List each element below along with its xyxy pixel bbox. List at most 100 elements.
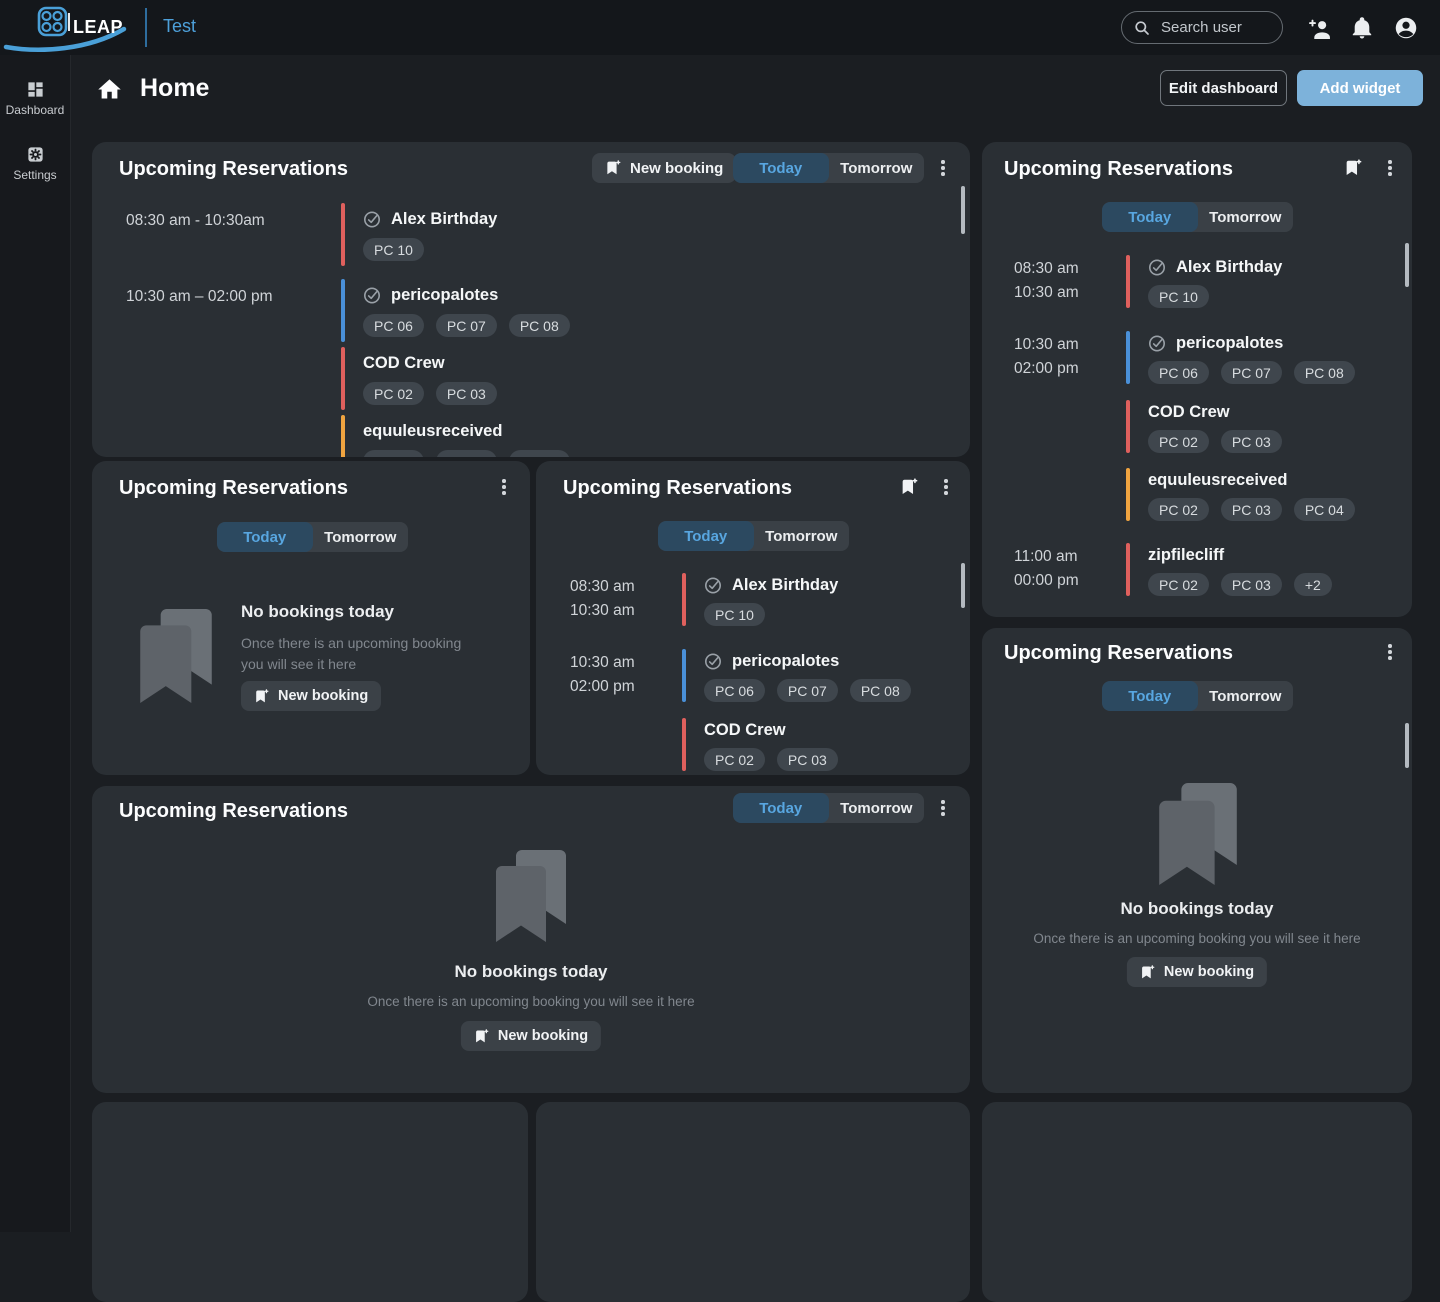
new-booking-button[interactable]: New booking bbox=[461, 1021, 601, 1051]
pc-chip: PC 03 bbox=[436, 382, 497, 405]
reservation-time bbox=[126, 415, 341, 457]
pc-chip: PC 06 bbox=[363, 314, 424, 337]
reservation-row[interactable]: 10:30 am – 02:00 pm pericopalotes PC 06 … bbox=[126, 279, 570, 342]
bookmark-plus-icon bbox=[474, 1029, 489, 1044]
toggle-today[interactable]: Today bbox=[1102, 202, 1198, 232]
widget-title: Upcoming Reservations bbox=[119, 158, 348, 181]
dashboard-icon bbox=[26, 80, 45, 99]
widget-menu-button[interactable] bbox=[1380, 640, 1400, 664]
sidebar-item-dashboard[interactable]: Dashboard bbox=[0, 80, 70, 117]
reservation-time: 10:30 am 02:00 pm bbox=[570, 649, 682, 702]
notifications-button[interactable] bbox=[1350, 16, 1374, 40]
search-user-box[interactable] bbox=[1121, 11, 1283, 44]
reservation-name-line: pericopalotes bbox=[704, 649, 911, 671]
reservation-name-line: Alex Birthday bbox=[704, 573, 838, 595]
add-user-button[interactable] bbox=[1307, 16, 1331, 40]
reservation-row[interactable]: 08:30 am 10:30 am Alex Birthday PC 10 bbox=[1014, 255, 1282, 308]
bookmark-plus-icon bbox=[605, 160, 621, 176]
widget-upcoming-reservations-right: Upcoming Reservations Today Tomorrow 08:… bbox=[982, 142, 1412, 617]
day-toggle: Today Tomorrow bbox=[733, 793, 924, 823]
reservation-name: COD Crew bbox=[363, 354, 445, 373]
account-button[interactable] bbox=[1394, 16, 1418, 40]
widget-menu-button[interactable] bbox=[1380, 156, 1400, 180]
pc-chip: PC 03 bbox=[436, 450, 497, 457]
toggle-tomorrow[interactable]: Tomorrow bbox=[754, 521, 850, 551]
brand-divider bbox=[145, 8, 147, 47]
reservation-name: COD Crew bbox=[704, 721, 786, 740]
toggle-tomorrow[interactable]: Tomorrow bbox=[829, 153, 925, 183]
widget-partial-3 bbox=[982, 1102, 1412, 1302]
widget-title: Upcoming Reservations bbox=[119, 800, 348, 823]
new-booking-label: New booking bbox=[630, 160, 723, 177]
widget-scrollbar[interactable] bbox=[1405, 723, 1409, 768]
widget-scrollbar[interactable] bbox=[961, 563, 965, 608]
widget-upcoming-reservations-empty-3: Upcoming Reservations Today Tomorrow No … bbox=[92, 786, 970, 1093]
toggle-today[interactable]: Today bbox=[733, 153, 829, 183]
pc-chip: PC 03 bbox=[1221, 498, 1282, 521]
widget-upcoming-reservations-empty-2: Upcoming Reservations Today Tomorrow No … bbox=[982, 628, 1412, 1093]
new-booking-button[interactable]: New booking bbox=[1127, 957, 1267, 987]
widget-menu-button[interactable] bbox=[933, 156, 953, 180]
reservation-time: 08:30 am 10:30 am bbox=[1014, 255, 1126, 308]
sidebar-item-label: Settings bbox=[13, 168, 56, 182]
settings-icon bbox=[26, 145, 45, 164]
edit-dashboard-button[interactable]: Edit dashboard bbox=[1160, 70, 1287, 106]
search-input[interactable] bbox=[1159, 18, 1273, 37]
add-widget-button[interactable]: Add widget bbox=[1297, 70, 1423, 106]
toggle-tomorrow[interactable]: Tomorrow bbox=[313, 522, 409, 552]
pc-chip: PC 02 bbox=[1148, 573, 1209, 596]
toggle-tomorrow[interactable]: Tomorrow bbox=[1198, 202, 1294, 232]
reservation-row[interactable]: equuleusreceived PC 02 PC 03 PC 04 bbox=[126, 415, 570, 457]
topbar: LEAP Test bbox=[0, 0, 1440, 55]
widget-menu-button[interactable] bbox=[933, 796, 953, 820]
reservation-name-line: equuleusreceived bbox=[1148, 468, 1355, 490]
reservation-name: COD Crew bbox=[1148, 403, 1230, 422]
new-booking-button[interactable]: New booking bbox=[592, 153, 736, 183]
widget-upcoming-reservations-main: Upcoming Reservations New booking Today … bbox=[92, 142, 970, 457]
reservation-name-line: COD Crew bbox=[1148, 400, 1282, 422]
widget-menu-button[interactable] bbox=[936, 475, 956, 499]
widget-scrollbar[interactable] bbox=[961, 186, 965, 234]
new-booking-button[interactable]: New booking bbox=[241, 681, 381, 711]
bookmarks-empty-icon bbox=[496, 850, 566, 942]
reservation-name-line: equuleusreceived bbox=[363, 415, 570, 441]
pc-chip: PC 08 bbox=[509, 314, 570, 337]
reservation-row[interactable]: 10:30 am 02:00 pm pericopalotes PC 06 PC… bbox=[570, 649, 911, 702]
toggle-tomorrow[interactable]: Tomorrow bbox=[1198, 681, 1294, 711]
day-toggle: Today Tomorrow bbox=[658, 521, 849, 551]
reservation-time bbox=[1014, 400, 1126, 453]
reservation-row[interactable]: 08:30 am 10:30 am Alex Birthday PC 10 bbox=[570, 573, 838, 626]
pc-chip: PC 08 bbox=[1294, 361, 1355, 384]
reservation-row[interactable]: equuleusreceived PC 02 PC 03 PC 04 bbox=[1014, 468, 1355, 521]
check-circle-icon bbox=[1148, 258, 1167, 277]
bookmarks-empty-icon bbox=[140, 609, 212, 703]
check-circle-icon bbox=[1148, 334, 1167, 353]
bookmark-plus-icon bbox=[254, 689, 269, 704]
toggle-today[interactable]: Today bbox=[217, 522, 313, 552]
toggle-today[interactable]: Today bbox=[1102, 681, 1198, 711]
widget-menu-button[interactable] bbox=[494, 475, 514, 499]
home-icon bbox=[96, 76, 123, 108]
widget-title: Upcoming Reservations bbox=[563, 477, 792, 500]
toggle-tomorrow[interactable]: Tomorrow bbox=[829, 793, 925, 823]
new-booking-label: New booking bbox=[1164, 964, 1254, 980]
sidebar-item-settings[interactable]: Settings bbox=[0, 145, 70, 182]
reservation-row[interactable]: 10:30 am 02:00 pm pericopalotes PC 06 PC… bbox=[1014, 331, 1355, 384]
pc-chip: PC 10 bbox=[363, 238, 424, 261]
reservation-row[interactable]: COD Crew PC 02 PC 03 bbox=[126, 347, 497, 410]
reservation-row[interactable]: 08:30 am - 10:30am Alex Birthday PC 10 bbox=[126, 203, 497, 266]
reservation-row[interactable]: COD Crew PC 02 PC 03 bbox=[1014, 400, 1282, 453]
reservation-row[interactable]: 11:00 am 00:00 pm zipfilecliff PC 02 PC … bbox=[1014, 543, 1332, 596]
reservation-time: 11:00 am 00:00 pm bbox=[1014, 543, 1126, 596]
search-icon bbox=[1134, 20, 1150, 36]
reservation-row[interactable]: COD Crew PC 02 PC 03 bbox=[570, 718, 838, 771]
toggle-today[interactable]: Today bbox=[658, 521, 754, 551]
empty-state-subtitle: Once there is an upcoming booking you wi… bbox=[92, 994, 970, 1009]
pc-chip: PC 02 bbox=[363, 382, 424, 405]
widget-upcoming-reservations-center: Upcoming Reservations Today Tomorrow 08:… bbox=[536, 461, 970, 775]
new-booking-icon-button[interactable] bbox=[1342, 157, 1364, 179]
new-booking-icon-button[interactable] bbox=[898, 476, 920, 498]
empty-state-title: No bookings today bbox=[982, 899, 1412, 919]
toggle-today[interactable]: Today bbox=[733, 793, 829, 823]
widget-scrollbar[interactable] bbox=[1405, 243, 1409, 287]
